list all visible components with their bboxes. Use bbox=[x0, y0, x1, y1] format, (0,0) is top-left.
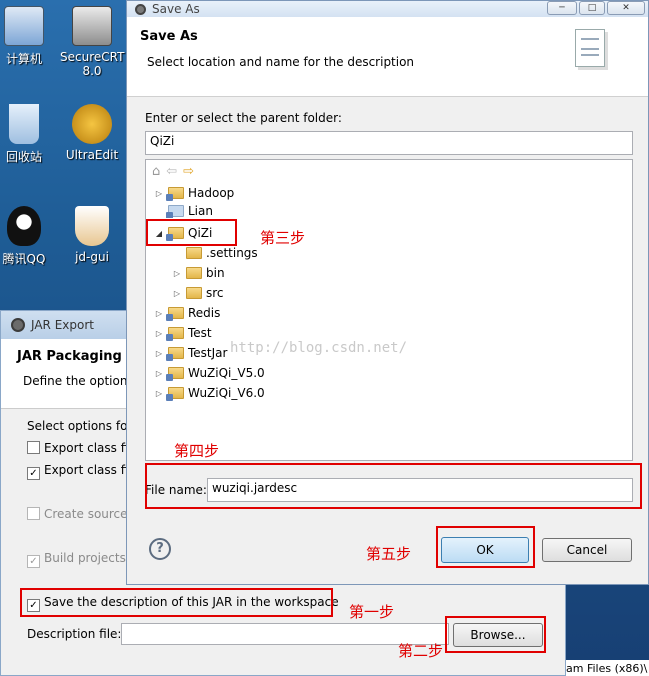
option-label: Export class fil bbox=[44, 463, 132, 477]
expand-arrow-icon[interactable]: ▷ bbox=[154, 309, 164, 318]
project-folder-icon bbox=[166, 347, 184, 361]
checkbox-checked: ✓ bbox=[27, 555, 40, 568]
desktop-icon-label: SecureCRT 8.0 bbox=[60, 50, 125, 78]
highlight-box-filename bbox=[145, 463, 642, 509]
tree-item-bin[interactable]: ▷ bin bbox=[172, 264, 225, 282]
background-window-text-overlay: am Files (x86)\ bbox=[566, 662, 648, 675]
step4-label: 第四步 bbox=[174, 442, 220, 460]
desktop-icon-label: 计算机 bbox=[5, 52, 42, 66]
ultraedit-icon[interactable]: UltraEdit bbox=[60, 104, 124, 162]
eclipse-gear-icon bbox=[135, 3, 146, 15]
expand-arrow-icon[interactable]: ▷ bbox=[154, 349, 164, 358]
option-label: Export class fil bbox=[44, 441, 132, 455]
tree-item-settings[interactable]: .settings bbox=[172, 244, 258, 262]
checkbox[interactable] bbox=[27, 441, 40, 454]
folder-tree[interactable]: ⌂ ⇦ ⇨ ▷ Hadoop Lian ◢ QiZi .settings ▷ bin … bbox=[145, 159, 633, 461]
maximize-button[interactable]: □ bbox=[579, 1, 605, 15]
option-label: Build projects bbox=[44, 551, 126, 565]
tree-item-wuziqi-v5[interactable]: ▷ WuZiQi_V5.0 bbox=[154, 364, 265, 382]
export-class-files-option-2[interactable]: ✓ Export class fil bbox=[27, 463, 132, 480]
back-arrow-icon[interactable]: ⇦ bbox=[166, 164, 177, 179]
tree-item-wuziqi-v6[interactable]: ▷ WuZiQi_V6.0 bbox=[154, 384, 265, 402]
step5-label: 第五步 bbox=[366, 545, 412, 563]
highlight-box-browse bbox=[445, 616, 546, 653]
desktop-icon-label: 回收站 bbox=[5, 150, 42, 164]
tree-item-label: Redis bbox=[188, 306, 221, 320]
tree-item-label: WuZiQi_V5.0 bbox=[188, 366, 265, 380]
tree-item-label: bin bbox=[206, 266, 225, 280]
folder-icon bbox=[186, 247, 202, 259]
export-class-files-option-1[interactable]: Export class fil bbox=[27, 441, 132, 455]
parent-folder-label: Enter or select the parent folder: bbox=[145, 111, 342, 125]
tree-item-label: Test bbox=[188, 326, 212, 340]
parent-folder-input[interactable]: QiZi bbox=[145, 131, 633, 155]
qq-icon[interactable]: 腾讯QQ bbox=[0, 206, 56, 267]
help-icon[interactable]: ? bbox=[149, 538, 171, 560]
tree-item-test[interactable]: ▷ Test bbox=[154, 324, 212, 342]
create-source-option: Create source bbox=[27, 507, 128, 521]
checkbox bbox=[27, 507, 40, 520]
project-folder-icon bbox=[166, 327, 184, 341]
highlight-box-ok bbox=[436, 526, 535, 568]
project-folder-icon bbox=[166, 387, 184, 401]
eclipse-gear-icon bbox=[11, 318, 25, 332]
folder-icon bbox=[186, 267, 202, 279]
desktop-icon-label: jd-gui bbox=[75, 250, 109, 264]
option-label: Create source bbox=[44, 507, 128, 521]
close-button[interactable]: ✕ bbox=[607, 1, 645, 15]
desktop-icon-label: 腾讯QQ bbox=[2, 252, 46, 266]
save-as-header-subtitle: Select location and name for the descrip… bbox=[147, 55, 415, 69]
highlight-box-qizi bbox=[146, 219, 237, 246]
forward-arrow-icon[interactable]: ⇨ bbox=[183, 164, 194, 179]
project-folder-icon bbox=[166, 307, 184, 321]
tree-item-label: .settings bbox=[206, 246, 258, 260]
tree-item-redis[interactable]: ▷ Redis bbox=[154, 304, 220, 322]
step3-label: 第三步 bbox=[260, 229, 306, 247]
minimize-button[interactable]: ─ bbox=[547, 1, 577, 15]
tree-item-label: WuZiQi_V6.0 bbox=[188, 386, 265, 400]
save-as-title: Save As bbox=[152, 2, 200, 16]
recycle-bin-icon[interactable]: 回收站 bbox=[0, 104, 56, 165]
project-folder-icon bbox=[166, 205, 184, 218]
expand-arrow-icon[interactable]: ▷ bbox=[154, 329, 164, 338]
watermark: http://blog.csdn.net/ bbox=[230, 340, 408, 356]
cancel-button[interactable]: Cancel bbox=[542, 538, 632, 562]
expand-arrow-icon[interactable]: ▷ bbox=[154, 369, 164, 378]
tree-item-testjar[interactable]: ▷ TestJar bbox=[154, 344, 227, 362]
folder-icon bbox=[186, 287, 202, 299]
step2-label: 第二步 bbox=[398, 642, 444, 660]
expand-arrow-icon[interactable]: ▷ bbox=[154, 389, 164, 398]
highlight-box-save-description bbox=[20, 588, 333, 617]
tree-item-hadoop[interactable]: ▷ Hadoop bbox=[154, 184, 234, 202]
select-options-label: Select options for bbox=[27, 419, 133, 433]
tree-item-label: Hadoop bbox=[188, 186, 235, 200]
jar-export-title: JAR Export bbox=[31, 318, 94, 332]
document-save-icon bbox=[575, 29, 605, 67]
save-as-header: Save As Select location and name for the… bbox=[127, 17, 648, 97]
build-projects-option: ✓ Build projects bbox=[27, 551, 126, 568]
project-folder-icon bbox=[166, 187, 184, 201]
tree-item-src[interactable]: ▷ src bbox=[172, 284, 224, 302]
tree-toolbar: ⌂ ⇦ ⇨ bbox=[152, 164, 194, 179]
checkbox-checked[interactable]: ✓ bbox=[27, 467, 40, 480]
computer-icon[interactable]: 计算机 bbox=[0, 6, 56, 67]
jd-gui-icon[interactable]: jd-gui bbox=[60, 206, 124, 264]
tree-item-label: Lian bbox=[188, 204, 213, 218]
description-file-label: Description file: bbox=[27, 627, 122, 641]
project-folder-icon bbox=[166, 367, 184, 381]
tree-item-label: TestJar bbox=[188, 346, 228, 360]
desktop-icon-label: UltraEdit bbox=[65, 148, 119, 162]
expand-arrow-icon[interactable]: ▷ bbox=[172, 269, 182, 278]
expand-arrow-icon[interactable]: ▷ bbox=[172, 289, 182, 298]
tree-item-label: src bbox=[206, 286, 224, 300]
save-as-header-title: Save As bbox=[140, 29, 198, 44]
securecrt-icon[interactable]: SecureCRT 8.0 bbox=[60, 6, 124, 78]
step1-label: 第一步 bbox=[349, 603, 395, 621]
home-icon[interactable]: ⌂ bbox=[152, 164, 160, 179]
expand-arrow-icon[interactable]: ▷ bbox=[154, 189, 164, 198]
tree-item-lian[interactable]: Lian bbox=[154, 204, 213, 218]
